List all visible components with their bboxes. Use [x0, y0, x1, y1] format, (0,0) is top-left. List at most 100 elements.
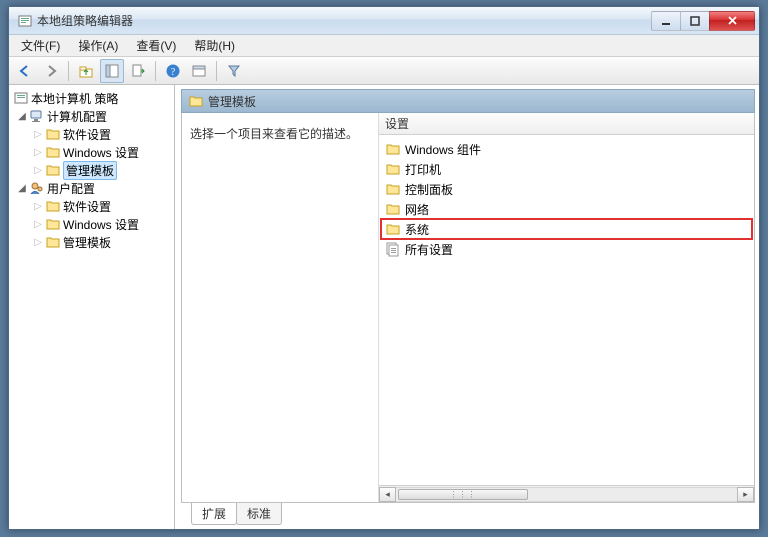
details-header-title: 管理模板: [208, 93, 256, 110]
scroll-left-button[interactable]: ◂: [379, 487, 396, 502]
menu-file[interactable]: 文件(F): [13, 35, 68, 56]
folder-icon: [385, 181, 401, 197]
folder-icon: [45, 216, 61, 232]
menu-view[interactable]: 查看(V): [128, 35, 184, 56]
tab-standard[interactable]: 标准: [236, 503, 282, 525]
tree-windows-settings-user[interactable]: ▷ Windows 设置: [11, 215, 172, 233]
list-item[interactable]: 所有设置: [381, 239, 752, 259]
toolbar-separator: [216, 61, 217, 81]
tree-computer-config[interactable]: ◢ 计算机配置: [11, 107, 172, 125]
minimize-button[interactable]: [651, 11, 681, 31]
properties-button[interactable]: [187, 59, 211, 83]
list-body[interactable]: Windows 组件打印机控制面板网络系统所有设置: [379, 135, 754, 485]
tree-pane[interactable]: 本地计算机 策略 ◢ 计算机配置 ▷ 软件设置 ▷ Windows 设置: [9, 85, 175, 529]
list-item[interactable]: 系统: [381, 219, 752, 239]
toolbar-separator: [155, 61, 156, 81]
folder-icon: [385, 141, 401, 157]
expand-icon[interactable]: ▷: [31, 235, 45, 249]
policy-icon: [13, 90, 29, 106]
toolbar-separator: [68, 61, 69, 81]
user-icon: [29, 180, 45, 196]
expand-icon[interactable]: ▷: [31, 145, 45, 159]
maximize-button[interactable]: [680, 11, 710, 31]
list-item[interactable]: Windows 组件: [381, 139, 752, 159]
column-label: 设置: [385, 115, 409, 132]
menu-action[interactable]: 操作(A): [70, 35, 126, 56]
column-header-setting[interactable]: 设置: [379, 113, 754, 135]
description-panel: 选择一个项目来查看它的描述。: [182, 113, 378, 502]
list-item-label: Windows 组件: [405, 141, 481, 158]
help-button[interactable]: ?: [161, 59, 185, 83]
tree-admin-templates-user[interactable]: ▷ 管理模板: [11, 233, 172, 251]
close-button[interactable]: [709, 11, 755, 31]
view-tabs: 扩展 标准: [181, 503, 755, 525]
tree-label: Windows 设置: [63, 144, 139, 161]
list-item-label: 系统: [405, 221, 429, 238]
list-item-label: 控制面板: [405, 181, 453, 198]
content-area: 本地计算机 策略 ◢ 计算机配置 ▷ 软件设置 ▷ Windows 设置: [9, 85, 759, 529]
tree-label: 软件设置: [63, 198, 111, 215]
show-hide-tree-button[interactable]: [100, 59, 124, 83]
tree-root[interactable]: 本地计算机 策略: [11, 89, 172, 107]
app-window: 本地组策略编辑器 文件(F) 操作(A) 查看(V) 帮助(H) ?: [8, 6, 760, 530]
folder-icon: [45, 126, 61, 142]
app-icon: [17, 13, 33, 29]
list-item[interactable]: 控制面板: [381, 179, 752, 199]
tree-label: 管理模板: [63, 234, 111, 251]
folder-icon: [188, 93, 204, 109]
details-body: 选择一个项目来查看它的描述。 设置 Windows 组件打印机控制面板网络系统所…: [181, 113, 755, 503]
details-pane: 管理模板 选择一个项目来查看它的描述。 设置 Windows 组件打印机控制面板…: [175, 85, 759, 529]
back-button[interactable]: [13, 59, 37, 83]
expand-icon[interactable]: ▷: [31, 217, 45, 231]
folder-icon: [45, 234, 61, 250]
tree-label: 计算机配置: [47, 108, 107, 125]
settings-icon: [385, 241, 401, 257]
toolbar: ?: [9, 57, 759, 85]
list-item[interactable]: 打印机: [381, 159, 752, 179]
folder-icon: [385, 201, 401, 217]
list-item[interactable]: 网络: [381, 199, 752, 219]
expand-icon[interactable]: ▷: [31, 127, 45, 141]
window-title: 本地组策略编辑器: [37, 12, 652, 29]
tree-user-config[interactable]: ◢ 用户配置: [11, 179, 172, 197]
computer-icon: [29, 108, 45, 124]
folder-icon: [45, 198, 61, 214]
window-controls: [652, 11, 755, 31]
folder-icon: [45, 162, 61, 178]
forward-button[interactable]: [39, 59, 63, 83]
menu-bar: 文件(F) 操作(A) 查看(V) 帮助(H): [9, 35, 759, 57]
collapse-icon[interactable]: ◢: [15, 109, 29, 123]
folder-icon: [385, 221, 401, 237]
expand-icon[interactable]: ▷: [31, 199, 45, 213]
tree-label: 软件设置: [63, 126, 111, 143]
collapse-icon[interactable]: ◢: [15, 181, 29, 195]
tree-label: Windows 设置: [63, 216, 139, 233]
list-item-label: 所有设置: [405, 241, 453, 258]
scroll-track[interactable]: ⋮⋮⋮: [396, 487, 737, 502]
tab-extended[interactable]: 扩展: [191, 503, 237, 525]
title-bar: 本地组策略编辑器: [9, 7, 759, 35]
tree-windows-settings[interactable]: ▷ Windows 设置: [11, 143, 172, 161]
filter-button[interactable]: [222, 59, 246, 83]
horizontal-scrollbar[interactable]: ◂ ⋮⋮⋮ ▸: [379, 485, 754, 502]
tree-label: 本地计算机 策略: [31, 90, 118, 107]
scroll-thumb[interactable]: ⋮⋮⋮: [398, 489, 528, 500]
list-item-label: 打印机: [405, 161, 441, 178]
tree-admin-templates[interactable]: ▷ 管理模板: [11, 161, 172, 179]
folder-icon: [45, 144, 61, 160]
scroll-right-button[interactable]: ▸: [737, 487, 754, 502]
menu-help[interactable]: 帮助(H): [186, 35, 243, 56]
tree-software-settings[interactable]: ▷ 软件设置: [11, 125, 172, 143]
expand-icon[interactable]: ▷: [31, 163, 45, 177]
folder-icon: [385, 161, 401, 177]
tree-software-settings-user[interactable]: ▷ 软件设置: [11, 197, 172, 215]
up-button[interactable]: [74, 59, 98, 83]
settings-list: 设置 Windows 组件打印机控制面板网络系统所有设置 ◂ ⋮⋮⋮ ▸: [378, 113, 754, 502]
details-header: 管理模板: [181, 89, 755, 113]
export-list-button[interactable]: [126, 59, 150, 83]
list-item-label: 网络: [405, 201, 429, 218]
tree-label: 管理模板: [63, 161, 117, 180]
svg-text:?: ?: [171, 67, 176, 78]
description-text: 选择一个项目来查看它的描述。: [190, 127, 358, 141]
tree-label: 用户配置: [47, 180, 95, 197]
